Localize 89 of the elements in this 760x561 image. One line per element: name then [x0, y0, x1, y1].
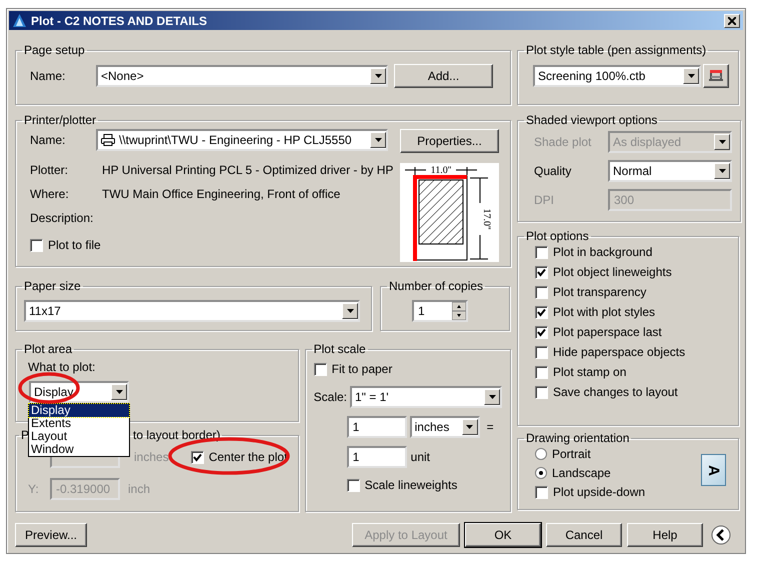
info-label: Plotter:: [30, 163, 70, 177]
info-label: Description:: [30, 211, 94, 225]
group-title: Page setup: [23, 43, 86, 57]
dropdown-option[interactable]: Extents: [29, 417, 129, 430]
unit-label: inch: [128, 482, 150, 496]
plot-style-edit-icon: [708, 68, 724, 84]
edit-style-button[interactable]: [703, 64, 729, 88]
group-title: Paper size: [23, 279, 82, 293]
group-title: Plot area: [23, 342, 74, 356]
dialog-button[interactable]: Help: [627, 523, 703, 547]
field-label: Name:: [30, 133, 66, 147]
scale-select[interactable]: 1" = 1': [350, 386, 502, 408]
plot-style-select[interactable]: Screening 100%.ctb: [533, 65, 701, 87]
close-button[interactable]: [724, 14, 740, 28]
checkbox[interactable]: [314, 362, 327, 376]
checkbox-label[interactable]: Plot with plot styles: [553, 305, 656, 319]
checkbox[interactable]: [535, 306, 548, 318]
checkbox[interactable]: [535, 286, 548, 298]
field-label: Quality: [534, 164, 572, 178]
checkbox[interactable]: [535, 366, 548, 378]
info-label: Where:: [30, 187, 70, 201]
paper-size-select[interactable]: 11x17: [24, 300, 360, 322]
checkbox[interactable]: [30, 238, 43, 252]
collapse-icon[interactable]: [711, 525, 731, 545]
group-title: Plot style table (pen assignments): [525, 43, 708, 57]
checkbox-label[interactable]: Plot to file: [48, 238, 101, 252]
checkbox-label[interactable]: Plot in background: [553, 245, 652, 259]
units-select[interactable]: inches: [410, 416, 480, 438]
unit-label: inches: [134, 450, 169, 464]
info-value: TWU Main Office Engineering, Front of office: [102, 187, 342, 201]
group-title: Drawing orientation: [525, 431, 630, 445]
printer-icon: [101, 134, 115, 146]
checkbox-label[interactable]: Hide paperspace objects: [553, 345, 686, 359]
checkbox-label[interactable]: Plot transparency: [553, 285, 646, 299]
dropdown-option[interactable]: Layout: [29, 430, 129, 443]
app-logo-icon: [12, 13, 27, 28]
field-label: Name:: [30, 69, 66, 83]
add-button[interactable]: Add...: [394, 64, 493, 88]
checkbox-label[interactable]: Scale lineweights: [364, 478, 458, 492]
what-to-plot-select[interactable]: Display: [29, 381, 129, 403]
group-title-start: P: [21, 428, 30, 442]
preview-button[interactable]: Preview...: [15, 523, 87, 547]
option-select[interactable]: Normal: [608, 160, 732, 182]
radio-label[interactable]: Portrait: [552, 447, 591, 461]
checkbox-label[interactable]: Save changes to layout: [553, 385, 678, 399]
radio-label[interactable]: Landscape: [552, 466, 611, 480]
group-title: Number of copies: [388, 279, 484, 293]
unit-field[interactable]: 1: [346, 446, 407, 468]
close-icon[interactable]: [728, 16, 736, 24]
printer-select[interactable]: \\twuprint\TWU - Engineering - HP CLJ5550: [96, 129, 388, 151]
checkbox-label[interactable]: Plot paperspace last: [553, 325, 662, 339]
field-label: Scale:: [314, 390, 347, 404]
radio-button[interactable]: [535, 467, 547, 479]
equals-sign: =: [486, 420, 494, 434]
properties-button[interactable]: Properties...: [400, 129, 499, 153]
field-label: Y:: [28, 482, 40, 496]
group-title: Printer/plotter: [23, 113, 98, 127]
dropdown-option[interactable]: Window: [29, 443, 129, 456]
units-field[interactable]: 1: [346, 416, 407, 438]
paper-preview-drawing: 11.0'' 17.0'': [400, 163, 499, 262]
checkbox[interactable]: [535, 486, 548, 498]
group-title: Plot scale: [312, 342, 367, 356]
checkbox-label[interactable]: Fit to paper: [332, 362, 392, 376]
orientation-page-icon: A: [701, 454, 726, 486]
radio-button[interactable]: [535, 448, 547, 460]
name-select[interactable]: <None>: [96, 65, 388, 87]
checkbox-label[interactable]: Plot object lineweights: [553, 265, 672, 279]
checkbox[interactable]: [346, 478, 360, 492]
window-title: Plot - C2 NOTES AND DETAILS: [31, 14, 208, 28]
checkbox-label[interactable]: Plot upside-down: [553, 485, 646, 499]
dialog-button[interactable]: OK: [465, 523, 541, 547]
checkbox[interactable]: [535, 326, 548, 338]
checkbox[interactable]: [535, 246, 548, 258]
checkbox[interactable]: [190, 450, 204, 464]
field-label: Shade plot: [534, 135, 592, 149]
dropdown-option[interactable]: Display: [29, 404, 129, 417]
field-label: DPI: [534, 193, 556, 207]
group-title: Plot options: [525, 229, 590, 243]
checkbox[interactable]: [535, 386, 548, 398]
checkbox[interactable]: [535, 266, 548, 278]
copies-spinner[interactable]: 1: [412, 300, 468, 322]
dialog-button[interactable]: Cancel: [546, 523, 622, 547]
checkbox-label[interactable]: Plot stamp on: [553, 365, 626, 379]
group-title: Shaded viewport options: [525, 113, 658, 127]
spinner-arrows-icon[interactable]: [452, 302, 466, 320]
info-value: HP Universal Printing PCL 5 - Optimized driver - by HP: [102, 163, 394, 177]
field-label: What to plot:: [28, 360, 96, 374]
checkbox[interactable]: [535, 346, 548, 358]
unit-label: unit: [410, 450, 430, 464]
